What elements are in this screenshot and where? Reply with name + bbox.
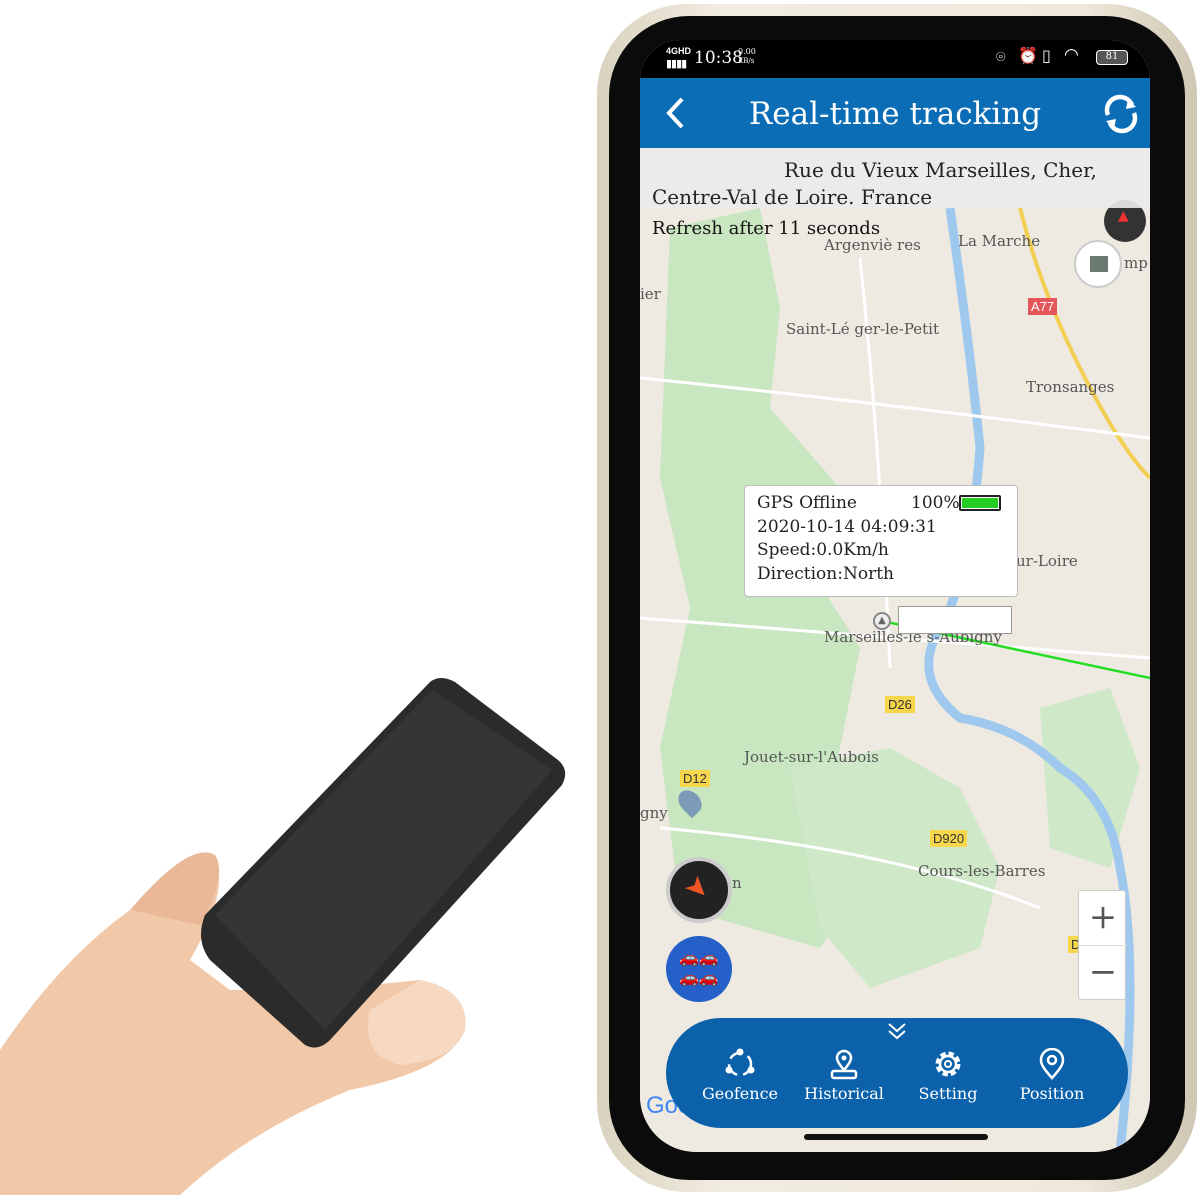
historical-icon <box>830 1049 858 1080</box>
status-bar: 4GHD ▮▮▮▮ 10:38 0.00 KB/s ⌾ ⏰ ▯ ◠ 81 <box>640 40 1150 78</box>
location-pin-icon <box>1039 1048 1065 1080</box>
nav-historical[interactable]: Historical <box>794 1048 894 1103</box>
clock: 10:38 <box>694 48 743 68</box>
navigation-button[interactable]: ➤ <box>666 857 732 923</box>
bottom-nav: Geofence Historical Setting Position <box>666 1018 1128 1128</box>
address-panel: Rue du Vieux Marseilles, Cher, Centre-Va… <box>640 148 1150 209</box>
nav-label: Historical <box>804 1084 884 1103</box>
home-indicator[interactable] <box>804 1134 988 1140</box>
nav-label: Position <box>1019 1084 1085 1103</box>
nav-position[interactable]: Position <box>1002 1048 1102 1103</box>
battery-icon: 81 <box>1096 50 1128 65</box>
place-label: ur-Loire <box>1016 552 1078 570</box>
place-label: Tronsanges <box>1026 378 1115 396</box>
place-label: n <box>732 874 742 892</box>
place-label: Cours-les-Barres <box>918 862 1046 880</box>
zoom-controls: + − <box>1078 890 1127 1001</box>
nav-label: Setting <box>918 1084 978 1103</box>
gps-datetime: 2020-10-14 04:09:31 <box>757 516 937 537</box>
battery-percent: 100% <box>911 493 960 513</box>
place-label: gny <box>640 804 668 822</box>
alarm-icon: ⏰ <box>1018 46 1038 65</box>
map-view[interactable]: Argenviè res La Marche ier Saint-Lé ger-… <box>640 148 1150 1152</box>
nav-geofence[interactable]: Geofence <box>690 1048 790 1103</box>
nav-label: Geofence <box>701 1084 778 1103</box>
road-label: A77 <box>1028 298 1058 315</box>
net-speed-unit: KB/s <box>738 57 755 65</box>
device-marker[interactable]: ▲ <box>873 612 891 630</box>
refresh-countdown: Refresh after 11 seconds <box>652 218 881 239</box>
phone-screen: 4GHD ▮▮▮▮ 10:38 0.00 KB/s ⌾ ⏰ ▯ ◠ 81 Rea… <box>640 40 1150 1152</box>
hand-holding-device-image <box>0 678 566 1195</box>
road-label: D12 <box>680 770 710 787</box>
zoom-in-button[interactable]: + <box>1079 891 1127 946</box>
address-line2: Centre-Val de Loire. France <box>652 185 933 209</box>
place-label: La Marche <box>958 232 1041 250</box>
location-icon: ⌾ <box>996 47 1006 66</box>
vehicles-button[interactable]: 🚗🚗 🚗🚗 <box>666 936 732 1002</box>
signal-icon: ▮▮▮▮ <box>666 57 687 70</box>
address-line1: Rue du Vieux Marseilles, Cher, <box>784 158 1097 182</box>
app-header: Real-time tracking <box>640 78 1150 148</box>
refresh-button[interactable] <box>1100 93 1142 135</box>
geofence-icon <box>725 1048 755 1077</box>
collapse-chevron-icon[interactable] <box>886 1022 908 1040</box>
device-name-label <box>898 606 1012 634</box>
gps-speed: Speed:0.0Km/h <box>757 540 889 560</box>
map-tiles <box>640 207 1150 1152</box>
gps-status: GPS Offline <box>757 493 857 513</box>
place-label: Saint-Lé ger-le-Petit <box>786 320 939 338</box>
device-info-popup: GPS Offline 100% 2020-10-14 04:09:31 Spee… <box>744 485 1018 597</box>
network-type: 4GHD <box>666 46 692 56</box>
net-speed: 0.00 <box>738 47 756 56</box>
place-label: mp <box>1124 254 1148 272</box>
device-battery-icon <box>959 495 1001 511</box>
place-label: ier <box>640 285 661 303</box>
zoom-out-button[interactable]: − <box>1079 946 1127 1001</box>
place-label: Jouet-sur-l'Aubois <box>744 748 879 766</box>
gps-direction: Direction:North <box>757 563 894 584</box>
road-label: D26 <box>885 696 915 713</box>
wifi-icon: ◠ <box>1064 45 1079 65</box>
road-label: D920 <box>930 830 968 847</box>
map-type-button[interactable] <box>1074 240 1122 288</box>
nav-setting[interactable]: Setting <box>898 1048 998 1103</box>
vibrate-icon: ▯ <box>1042 46 1051 65</box>
gear-icon <box>935 1051 961 1077</box>
page-title: Real-time tracking <box>748 96 1042 132</box>
